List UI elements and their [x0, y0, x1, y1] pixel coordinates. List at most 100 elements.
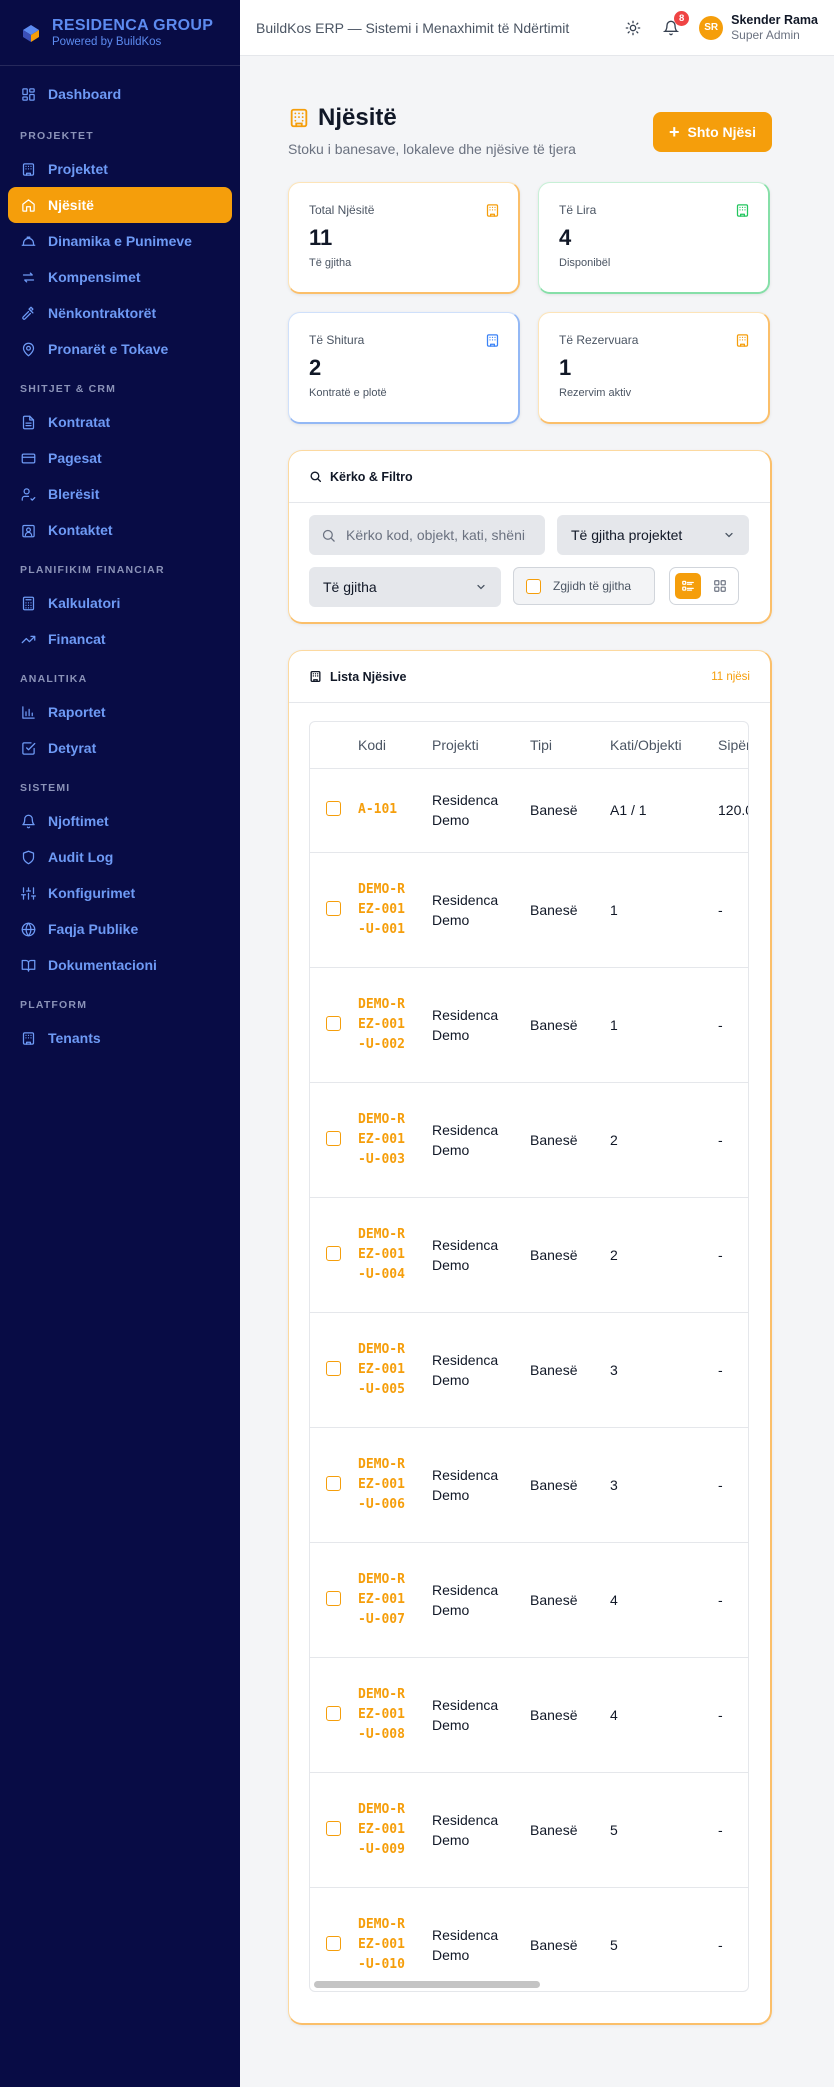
unit-code-link[interactable]: DEMO-REZ-001-U-002 — [358, 995, 408, 1055]
search-input[interactable] — [346, 527, 526, 543]
sidebar-item-tenants[interactable]: Tenants — [8, 1020, 232, 1056]
sidebar-item-label: Kalkulatori — [48, 595, 121, 611]
row-checkbox[interactable] — [326, 1245, 341, 1261]
sidebar-item-kontaktet[interactable]: Kontaktet — [8, 512, 232, 548]
project-select[interactable]: Të gjitha projektet — [557, 515, 749, 555]
sidebar-item-audit-log[interactable]: Audit Log — [8, 839, 232, 875]
table-row[interactable]: DEMO-REZ-001-U-006 Residenca Demo Banesë 3- — [310, 1427, 748, 1543]
unit-code-link[interactable]: DEMO-REZ-001-U-003 — [358, 1110, 408, 1170]
sidebar-item-dokumentacioni[interactable]: Dokumentacioni — [8, 947, 232, 983]
book-open-icon — [20, 957, 36, 973]
list-title: Lista Njësive — [330, 669, 407, 684]
row-checkbox[interactable] — [326, 1705, 341, 1721]
stat-card: Të Rezervuara 1 Rezervim aktiv — [538, 312, 770, 424]
floor-cell: 5 — [610, 1887, 718, 1991]
column-header-code[interactable]: Kodi — [358, 722, 432, 769]
sidebar-item-label: Tenants — [48, 1030, 101, 1046]
stat-label: Të Shitura — [309, 333, 365, 347]
table-row[interactable]: DEMO-REZ-001-U-007 Residenca Demo Banesë 4- — [310, 1542, 748, 1658]
unit-code-link[interactable]: DEMO-REZ-001-U-007 — [358, 1570, 408, 1630]
sidebar-item-financat[interactable]: Financat — [8, 621, 232, 657]
unit-code-link[interactable]: DEMO-REZ-001-U-004 — [358, 1225, 408, 1285]
sidebar-item-pagesat[interactable]: Pagesat — [8, 440, 232, 476]
sidebar: RESIDENCA GROUP Powered by BuildKos Dash… — [0, 0, 240, 2087]
table-row[interactable]: DEMO-REZ-001-U-004 Residenca Demo Banesë 2- — [310, 1197, 748, 1313]
row-checkbox[interactable] — [326, 1360, 341, 1376]
brand[interactable]: RESIDENCA GROUP Powered by BuildKos — [0, 0, 240, 66]
unit-code-link[interactable]: DEMO-REZ-001-U-006 — [358, 1455, 408, 1515]
sidebar-item-nenkontraktoret[interactable]: Nënkontraktorët — [8, 295, 232, 331]
unit-code-link[interactable]: DEMO-REZ-001-U-009 — [358, 1800, 408, 1860]
user-menu[interactable]: SR Skender Rama Super Admin — [699, 13, 818, 43]
project-cell: Residenca Demo — [432, 768, 530, 853]
select-all-toggle[interactable]: Zgjidh të gjitha — [513, 567, 655, 605]
sidebar-item-label: Njësitë — [48, 197, 94, 213]
type-cell: Banesë — [530, 1542, 610, 1658]
column-header-type[interactable]: Tipi — [530, 722, 610, 769]
notifications-button[interactable]: 8 — [659, 10, 690, 40]
sidebar-item-raportet[interactable]: Raportet — [8, 694, 232, 730]
row-select-cell — [310, 1197, 358, 1313]
sidebar-item-njesite[interactable]: Njësitë — [8, 187, 232, 223]
row-checkbox[interactable] — [326, 1015, 341, 1031]
sidebar-item-pronaret-e-tokave[interactable]: Pronarët e Tokave — [8, 331, 232, 367]
list-icon — [682, 580, 694, 591]
unit-code-link[interactable]: DEMO-REZ-001-U-005 — [358, 1340, 408, 1400]
row-checkbox[interactable] — [326, 1475, 341, 1491]
unit-code-link[interactable]: A-101 — [358, 800, 408, 820]
area-cell: - — [718, 852, 748, 968]
unit-code-link[interactable]: DEMO-REZ-001-U-001 — [358, 880, 408, 940]
search-field[interactable] — [309, 515, 545, 555]
stat-description: Të gjitha — [309, 257, 352, 269]
table-row[interactable]: DEMO-REZ-001-U-001 Residenca Demo Banesë 1- — [310, 852, 748, 968]
add-unit-button[interactable]: + Shto Njësi — [653, 112, 772, 152]
sidebar-item-njoftimet[interactable]: Njoftimet — [8, 803, 232, 839]
table-row[interactable]: DEMO-REZ-001-U-002 Residenca Demo Banesë 1- — [310, 967, 748, 1083]
sidebar-item-dinamika-e-punimeve[interactable]: Dinamika e Punimeve — [8, 223, 232, 259]
column-header-area[interactable]: Sipërfaqja — [718, 722, 748, 769]
table-row[interactable]: DEMO-REZ-001-U-008 Residenca Demo Banesë 4- — [310, 1657, 748, 1773]
status-select[interactable]: Të gjitha — [309, 567, 501, 607]
row-checkbox[interactable] — [326, 801, 341, 816]
stat-card: Të Lira 4 Disponibël — [538, 182, 770, 294]
table-row[interactable]: A-101 Residenca Demo BanesëA1 / 1120.00 — [310, 768, 748, 853]
column-header-project[interactable]: Projekti — [432, 722, 530, 769]
sidebar-item-dashboard[interactable]: Dashboard — [8, 76, 232, 112]
row-checkbox[interactable] — [326, 1590, 341, 1606]
code-cell: DEMO-REZ-001-U-002 — [358, 967, 432, 1083]
sidebar-item-faqja-publike[interactable]: Faqja Publike — [8, 911, 232, 947]
sidebar-item-label: Blerësit — [48, 486, 100, 502]
unit-code-link[interactable]: DEMO-REZ-001-U-010 — [358, 1915, 408, 1975]
user-role: Super Admin — [731, 27, 800, 42]
table-row[interactable]: DEMO-REZ-001-U-003 Residenca Demo Banesë 2- — [310, 1082, 748, 1198]
view-toggle — [669, 567, 739, 605]
table-row[interactable]: DEMO-REZ-001-U-009 Residenca Demo Banesë 5- — [310, 1772, 748, 1888]
table-row[interactable]: DEMO-REZ-001-U-005 Residenca Demo Banesë 3- — [310, 1312, 748, 1428]
list-view-button[interactable] — [675, 573, 701, 599]
contact-icon — [20, 522, 36, 538]
select-all-checkbox[interactable] — [526, 578, 541, 594]
sidebar-item-kompensimet[interactable]: Kompensimet — [8, 259, 232, 295]
table-row[interactable]: DEMO-REZ-001-U-010 Residenca Demo Banesë 5- — [310, 1887, 748, 1991]
grid-view-button[interactable] — [707, 573, 733, 599]
horizontal-scrollbar[interactable] — [314, 1981, 540, 1988]
row-checkbox[interactable] — [326, 1935, 341, 1951]
sidebar-item-detyrat[interactable]: Detyrat — [8, 730, 232, 766]
unit-code-link[interactable]: DEMO-REZ-001-U-008 — [358, 1685, 408, 1745]
units-table-container[interactable]: Kodi Projekti Tipi Kati/Objekti Sipërfaq… — [309, 721, 749, 1992]
theme-toggle-button[interactable] — [621, 16, 645, 40]
floor-cell: 1 — [610, 967, 718, 1083]
row-checkbox[interactable] — [326, 1130, 341, 1146]
row-select-cell — [310, 967, 358, 1083]
sidebar-item-projektet[interactable]: Projektet — [8, 151, 232, 187]
column-header-floor[interactable]: Kati/Objekti — [610, 722, 718, 769]
building-icon — [288, 107, 310, 129]
row-checkbox[interactable] — [326, 1820, 341, 1836]
sidebar-item-konfigurimet[interactable]: Konfigurimet — [8, 875, 232, 911]
sidebar-item-bleresit[interactable]: Blerësit — [8, 476, 232, 512]
sidebar-item-kalkulatori[interactable]: Kalkulatori — [8, 585, 232, 621]
sidebar-item-kontratat[interactable]: Kontratat — [8, 404, 232, 440]
sliders-icon — [20, 885, 36, 901]
row-checkbox[interactable] — [326, 900, 341, 916]
area-cell: - — [718, 1427, 748, 1543]
